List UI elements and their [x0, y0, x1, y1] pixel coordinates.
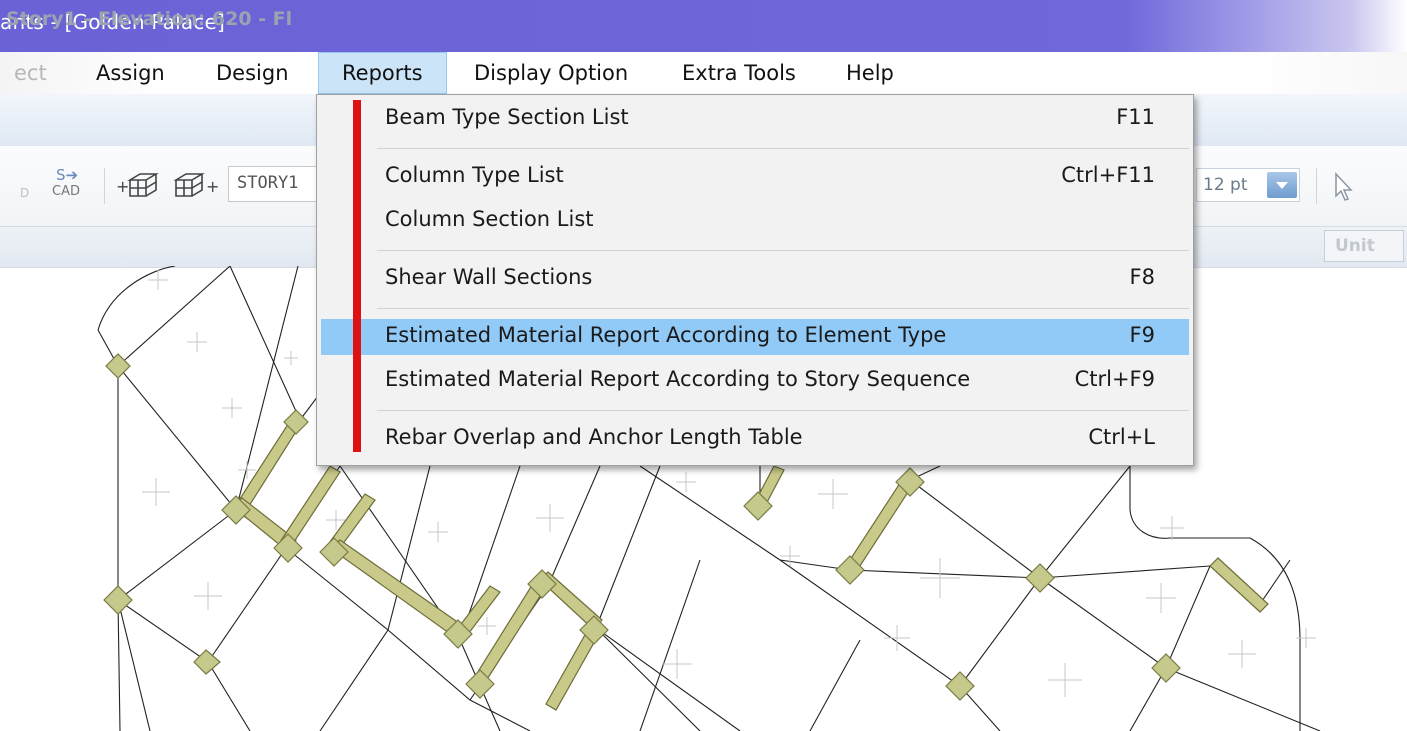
send-to-cad-button[interactable]: S➔ CAD	[52, 166, 92, 206]
svg-text:+: +	[116, 177, 129, 196]
beam	[329, 539, 467, 639]
beam	[1209, 557, 1269, 613]
menu-separator	[377, 250, 1189, 251]
menu-item-beam-type-section-list[interactable]: Beam Type Section List F11	[321, 101, 1189, 137]
story-elevation-label: Story1 - Elevation: 620 - Fl	[6, 8, 293, 30]
reports-dropdown-menu: Beam Type Section List F11 Column Type L…	[316, 94, 1194, 466]
menu-help[interactable]: Help	[846, 52, 894, 94]
menu-item-column-type-list[interactable]: Column Type List Ctrl+F11	[321, 159, 1189, 195]
font-size-value: 12 pt	[1203, 175, 1248, 195]
menu-extra-tools[interactable]: Extra Tools	[682, 52, 796, 94]
slab-edge	[97, 266, 176, 331]
menu-item-shear-wall-sections[interactable]: Shear Wall Sections F8	[321, 261, 1189, 297]
column	[1151, 653, 1181, 683]
toolbar-separator	[104, 168, 105, 204]
menu-design[interactable]: Design	[216, 52, 289, 94]
pointer-arrow-icon[interactable]	[1330, 170, 1360, 204]
menu-project[interactable]: ect	[14, 52, 47, 94]
font-size-dropdown[interactable]: 12 pt	[1196, 168, 1300, 202]
menu-item-column-section-list[interactable]: Column Section List	[321, 203, 1189, 239]
dxf-export-button[interactable]: D	[14, 170, 44, 204]
menu-item-rebar-overlap-anchor-length-table[interactable]: Rebar Overlap and Anchor Length Table Ct…	[321, 421, 1189, 457]
svg-text:+: +	[206, 177, 219, 196]
column	[1025, 563, 1055, 593]
column	[193, 649, 221, 675]
menu-separator	[377, 148, 1189, 149]
menu-separator	[377, 410, 1189, 411]
toolbar-separator	[1316, 168, 1317, 204]
column	[105, 353, 131, 379]
menu-separator	[377, 308, 1189, 309]
menu-item-material-report-element-type[interactable]: Estimated Material Report According to E…	[321, 319, 1189, 355]
chevron-down-icon[interactable]	[1267, 172, 1297, 198]
add-story-below-icon[interactable]: +	[174, 168, 222, 202]
units-selector[interactable]: Unit	[1324, 230, 1404, 262]
menu-assign[interactable]: Assign	[96, 52, 165, 94]
units-label: Unit	[1335, 236, 1375, 256]
add-story-above-icon[interactable]: +	[116, 168, 160, 202]
annotation-highlight-bar	[353, 100, 361, 452]
column	[945, 671, 975, 701]
column	[103, 585, 133, 615]
story-selector[interactable]: STORY1	[228, 166, 318, 202]
menu-item-material-report-story-sequence[interactable]: Estimated Material Report According to S…	[321, 363, 1189, 399]
beam	[845, 479, 913, 573]
menu-display-option[interactable]: Display Option	[474, 52, 628, 94]
menu-reports[interactable]: Reports	[318, 52, 447, 94]
